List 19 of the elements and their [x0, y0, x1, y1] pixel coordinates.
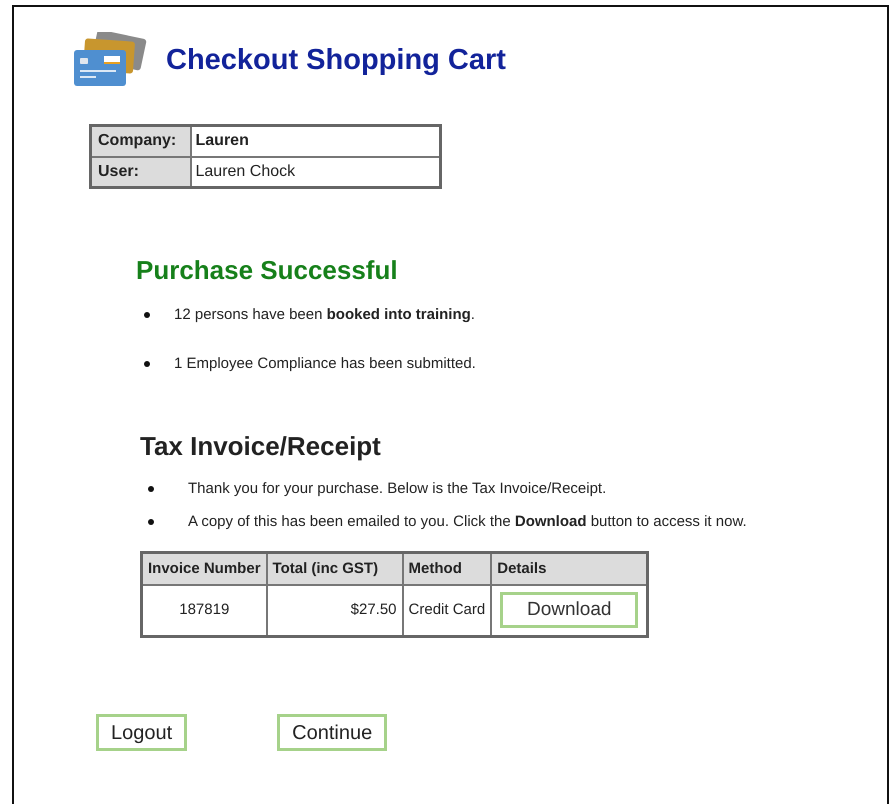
section-heading: Tax Invoice/Receipt	[140, 430, 382, 463]
success-heading: Purchase Successful	[136, 254, 399, 287]
column-header: Method	[402, 552, 492, 584]
logout-button[interactable]: Logout	[96, 714, 188, 751]
column-header: Total (inc GST)	[266, 552, 403, 584]
bullet-text: 1 Employee Compliance has been submitted.	[174, 354, 476, 374]
bullet-icon	[144, 360, 150, 367]
column-header: Invoice Number	[142, 552, 267, 584]
bullet-text: A copy of this has been emailed to you. Click the Download button to access it now.	[188, 512, 747, 532]
bullet-text: 12 persons have been booked into training.	[174, 305, 475, 325]
bullet-icon	[148, 518, 154, 525]
page-title: Checkout Shopping Cart	[166, 43, 506, 78]
bullet-text: Thank you for your purchase. Below is the Tax Invoice/Receipt.	[188, 479, 606, 499]
bullet-icon	[148, 486, 154, 492]
download-button[interactable]: Download	[500, 592, 638, 628]
continue-button[interactable]: Continue	[277, 714, 388, 751]
field-label: Company:	[90, 126, 190, 156]
bullet-icon	[144, 312, 150, 318]
field-label: User:	[90, 156, 190, 188]
